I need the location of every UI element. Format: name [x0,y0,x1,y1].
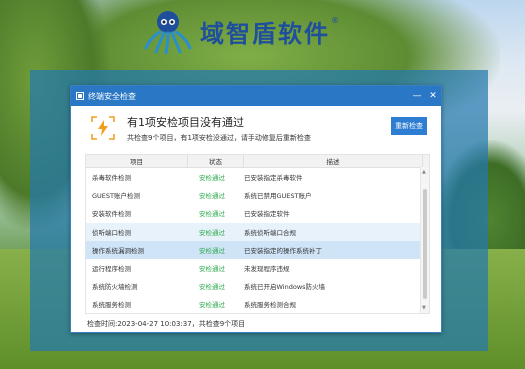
table-row[interactable]: 安装软件检测 安检通过 已安装指定软件 [86,204,429,222]
brand-logo: 域智盾软件 ® [142,8,339,54]
check-summary: 有1项安检项目没有通过 共检查9个项目，有1项安检没通过，请手动修复后重新检查 … [71,106,441,154]
summary-heading: 有1项安检项目没有通过 [127,116,244,129]
window-title: 终端安全检查 [88,91,136,101]
app-icon [76,92,84,100]
row-description: 系统已开启Windows防火墙 [244,283,326,292]
row-status: 安检通过 [199,192,225,201]
column-header-status[interactable]: 状态 [188,155,244,167]
row-item: 侦听端口检测 [92,228,131,237]
row-description: 已安装指定杀毒软件 [244,174,303,183]
row-description: 已安装指定的操作系统补丁 [244,246,322,255]
row-status: 安检通过 [199,301,225,310]
table-row[interactable]: 系统防火墙检测 安检通过 系统已开启Windows防火墙 [86,277,429,295]
table-header: 项目 状态 描述 [86,155,429,168]
scrollbar-thumb[interactable] [423,189,427,299]
registered-mark: ® [331,15,339,25]
scroll-down-icon[interactable]: ▼ [422,305,426,311]
row-item: 安装软件检测 [92,210,131,219]
row-item: 操作系统漏洞检测 [92,246,144,255]
brand-name: 域智盾软件 [200,19,330,48]
table-row[interactable]: 运行程序检测 安检通过 未发现程序违规 [86,259,429,277]
row-item: GUEST账户检测 [92,192,140,201]
row-item: 运行程序检测 [92,265,131,274]
check-time-footer: 检查时间:2023-04-27 10:03:37，共检查9个项目 [87,320,246,328]
title-bar[interactable]: 终端安全检查 — ✕ [71,86,441,106]
recheck-button[interactable]: 重新检查 [391,117,427,135]
scroll-up-icon[interactable]: ▲ [422,169,426,175]
row-item: 杀毒软件检测 [92,174,131,183]
row-description: 系统服务检测合规 [244,301,296,310]
check-results-table: 项目 状态 描述 杀毒软件检测 安检通过 已安装指定杀毒软件 GUEST账户检测… [85,154,430,314]
row-status: 安检通过 [199,174,225,183]
table-row[interactable]: 系统服务检测 安检通过 系统服务检测合规 [86,295,429,313]
octopus-logo-icon [144,11,192,54]
row-status: 安检通过 [199,210,225,219]
table-row[interactable]: 杀毒软件检测 安检通过 已安装指定杀毒软件 [86,168,429,186]
row-status: 安检通过 [199,228,225,237]
close-button[interactable]: ✕ [425,86,441,106]
row-description: 系统侦听端口合规 [244,228,296,237]
row-status: 安检通过 [199,246,225,255]
summary-subtext: 共检查9个项目，有1项安检没通过，请手动修复后重新检查 [127,134,311,142]
column-header-description[interactable]: 描述 [244,155,423,167]
row-description: 系统已禁用GUEST账户 [244,192,312,201]
table-row[interactable]: GUEST账户检测 安检通过 系统已禁用GUEST账户 [86,186,429,204]
table-scrollbar[interactable]: ▲ ▼ [420,167,429,313]
row-description: 未发现程序违规 [244,265,290,274]
warning-lightning-icon [91,116,115,140]
table-row[interactable]: 侦听端口检测 安检通过 系统侦听端口合规 [86,222,429,241]
row-status: 安检通过 [199,283,225,292]
row-item: 系统服务检测 [92,301,131,310]
minimize-button[interactable]: — [409,86,425,106]
row-item: 系统防火墙检测 [92,283,138,292]
security-check-window: 终端安全检查 — ✕ 有1项安检项目没有通过 共检查9个项目，有1项安检没通过，… [70,85,442,333]
column-header-item[interactable]: 项目 [86,155,188,167]
row-description: 已安装指定软件 [244,210,290,219]
table-row-selected[interactable]: 操作系统漏洞检测 安检通过 已安装指定的操作系统补丁 [86,240,429,259]
row-status: 安检通过 [199,265,225,274]
